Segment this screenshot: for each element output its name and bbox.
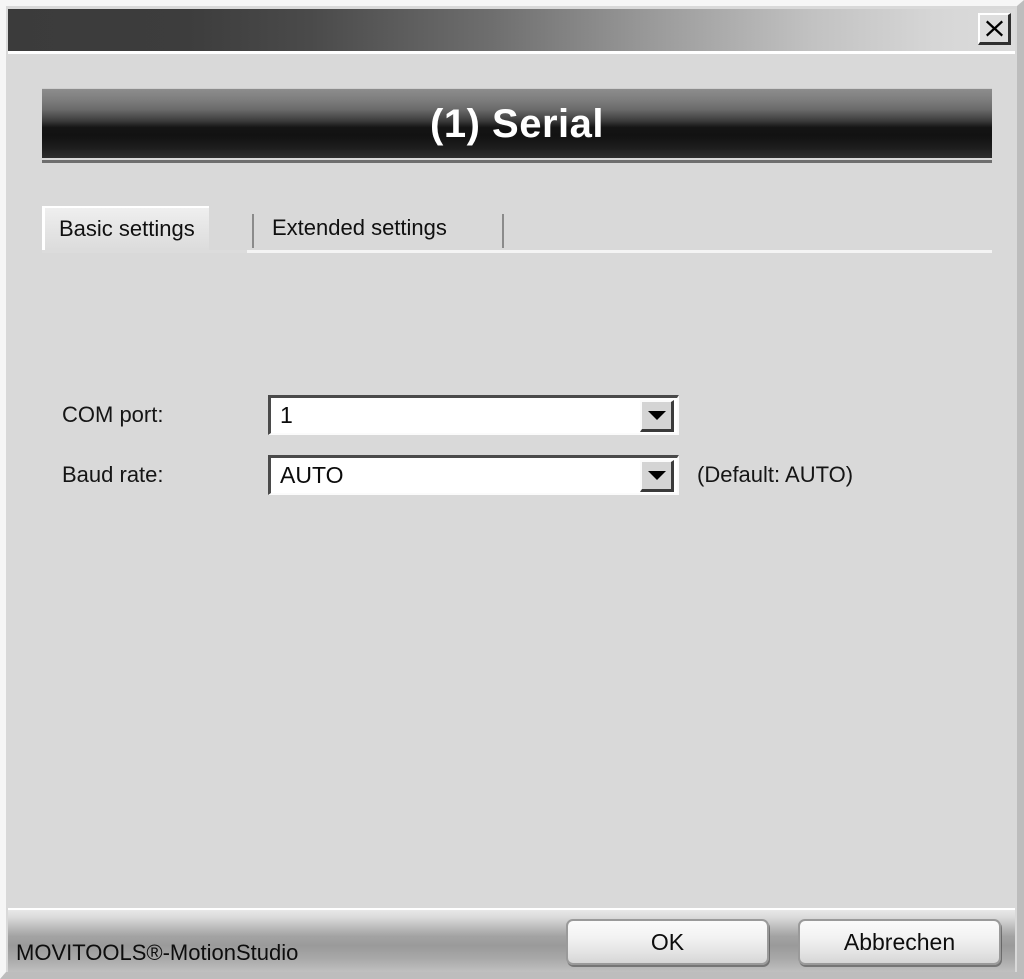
- chevron-down-icon: [647, 410, 666, 420]
- title-bar-separator: [8, 51, 1015, 54]
- baud-rate-label: Baud rate:: [62, 462, 164, 487]
- tab-content-panel: COM port: 1 Baud rate: AUTO (Default: AU…: [42, 250, 992, 894]
- com-port-label: COM port:: [62, 402, 164, 427]
- banner-underline: [42, 160, 992, 163]
- banner-gradient: (1) Serial: [42, 88, 992, 158]
- ok-button[interactable]: OK: [566, 919, 769, 965]
- cancel-button[interactable]: Abbrechen: [798, 919, 1001, 965]
- tab-basic-settings-label: Basic settings: [59, 216, 195, 241]
- baud-rate-value: AUTO: [280, 462, 344, 488]
- close-x-icon: [985, 19, 1004, 38]
- tab-basic-settings[interactable]: Basic settings: [42, 206, 209, 250]
- tab-strip: Basic settings Extended settings: [42, 206, 992, 252]
- baud-rate-dropdown-button[interactable]: [640, 459, 674, 492]
- close-button[interactable]: [978, 13, 1011, 45]
- active-tab-notch: [42, 250, 247, 253]
- dialog-inner: (1) Serial Basic settings Extended setti…: [6, 6, 1017, 972]
- ok-button-label: OK: [650, 928, 685, 955]
- tab-divider: [252, 214, 254, 248]
- tab-extended-settings-label: Extended settings: [272, 215, 447, 240]
- serial-settings-dialog: (1) Serial Basic settings Extended setti…: [0, 0, 1024, 979]
- cancel-button-label: Abbrechen: [843, 928, 956, 955]
- com-port-dropdown-button[interactable]: [640, 399, 674, 432]
- baud-rate-hint: (Default: AUTO): [697, 462, 854, 487]
- tab-divider: [502, 214, 504, 248]
- tab-extended-settings[interactable]: Extended settings: [258, 206, 461, 250]
- baud-rate-combobox[interactable]: AUTO: [268, 455, 679, 495]
- title-bar: [8, 9, 1015, 51]
- footer-bar: MOVITOOLS®-MotionStudio OK Abbrechen: [8, 910, 1015, 972]
- page-title: (1) Serial: [430, 101, 604, 146]
- brand-label: MOVITOOLS®-MotionStudio: [16, 940, 299, 965]
- chevron-down-icon: [647, 470, 666, 480]
- com-port-combobox[interactable]: 1: [268, 395, 679, 435]
- banner: (1) Serial: [42, 88, 992, 166]
- com-port-value: 1: [280, 402, 293, 428]
